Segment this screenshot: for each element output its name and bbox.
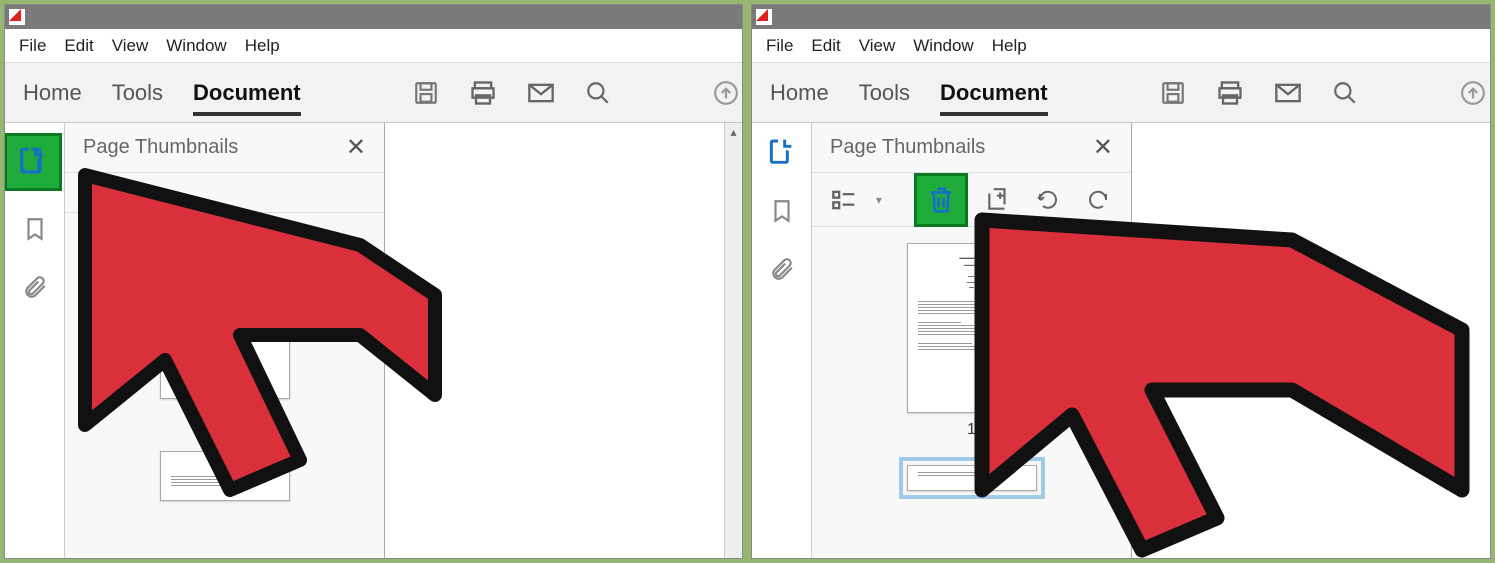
thumbnails-toolbar: ▾ xyxy=(812,173,1131,227)
thumbnails-title: Page Thumbnails xyxy=(830,136,985,159)
thumbnails-toolbar xyxy=(65,173,384,213)
search-icon[interactable] xyxy=(585,75,611,111)
thumbnail-page-2[interactable] xyxy=(907,465,1037,491)
app-icon xyxy=(756,9,772,25)
save-icon[interactable] xyxy=(413,75,439,111)
upload-icon[interactable] xyxy=(1460,75,1486,111)
thumbnail-label-1: 1 xyxy=(967,421,976,439)
thumbnails-title: Page Thumbnails xyxy=(83,136,238,159)
tab-document[interactable]: Document xyxy=(940,80,1048,116)
left-rail xyxy=(5,123,65,558)
upload-icon[interactable] xyxy=(713,75,739,111)
search-icon[interactable] xyxy=(1332,75,1358,111)
menu-edit[interactable]: Edit xyxy=(811,36,840,56)
left-rail xyxy=(752,123,812,558)
document-area: ▴ xyxy=(385,123,742,558)
menu-edit[interactable]: Edit xyxy=(64,36,93,56)
menubar: File Edit View Window Help xyxy=(5,29,742,63)
menu-view[interactable]: View xyxy=(112,36,149,56)
print-icon[interactable] xyxy=(469,75,497,111)
menu-window[interactable]: Window xyxy=(166,36,226,56)
menubar: File Edit View Window Help xyxy=(752,29,1490,63)
bookmark-icon[interactable] xyxy=(15,209,55,249)
print-icon[interactable] xyxy=(1216,75,1244,111)
thumbnails-panel: Page Thumbnails ✕ ━━━━━━━━ ━━━━━ ━━━━━━━… xyxy=(65,123,385,558)
thumbnails-header: Page Thumbnails ✕ xyxy=(65,123,384,173)
tab-tools[interactable]: Tools xyxy=(112,80,163,106)
thumbnail-page-1[interactable]: ━━━━━━━━ ━━━━━ ━━━━━━━━━ xyxy=(907,243,1037,413)
thumbnails-rail-button[interactable] xyxy=(762,133,802,173)
mail-icon[interactable] xyxy=(1274,75,1302,111)
thumbnails-header: Page Thumbnails ✕ xyxy=(812,123,1131,173)
menu-view[interactable]: View xyxy=(859,36,896,56)
menu-window[interactable]: Window xyxy=(913,36,973,56)
attachment-icon[interactable] xyxy=(762,249,802,289)
tab-home[interactable]: Home xyxy=(770,80,829,106)
scroll-up-icon[interactable]: ▴ xyxy=(725,123,742,141)
close-icon[interactable]: ✕ xyxy=(346,133,366,162)
thumbnails-list: ━━━━━━━━ ━━━━━ ━━━━━━━━━ xyxy=(812,227,1131,558)
rotate-cw-icon[interactable] xyxy=(1079,181,1117,219)
close-icon[interactable]: ✕ xyxy=(1093,133,1113,162)
delete-page-button[interactable] xyxy=(914,173,968,227)
window-left: File Edit View Window Help Home Tools Do… xyxy=(4,4,743,559)
thumbnail-page-2[interactable]: ━━━━━ xyxy=(160,451,290,501)
window-right: File Edit View Window Help Home Tools Do… xyxy=(751,4,1491,559)
menu-file[interactable]: File xyxy=(766,36,793,56)
titlebar xyxy=(5,5,742,29)
scrollbar[interactable]: ▴ xyxy=(724,123,742,558)
thumbnails-list: ━━━━━━━━ ━━━━━ ━━━━━━━━━ xyxy=(65,213,384,558)
titlebar xyxy=(752,5,1490,29)
thumbnail-label-1: 1 xyxy=(220,407,229,425)
mail-icon[interactable] xyxy=(527,75,555,111)
tab-tools[interactable]: Tools xyxy=(859,80,910,106)
toolbar: Home Tools Document xyxy=(752,63,1490,123)
app-icon xyxy=(9,9,25,25)
dropdown-icon[interactable]: ▾ xyxy=(876,193,882,207)
document-area xyxy=(1132,123,1490,558)
menu-help[interactable]: Help xyxy=(992,36,1027,56)
save-icon[interactable] xyxy=(1160,75,1186,111)
tab-home[interactable]: Home xyxy=(23,80,82,106)
toolbar: Home Tools Document xyxy=(5,63,742,123)
thumbnails-rail-button[interactable] xyxy=(4,133,62,191)
attachment-icon[interactable] xyxy=(15,267,55,307)
insert-page-icon[interactable] xyxy=(980,181,1018,219)
thumbnail-page-1[interactable]: ━━━━━━━━ ━━━━━ ━━━━━━━━━ xyxy=(160,229,290,399)
options-icon[interactable] xyxy=(826,181,864,219)
menu-file[interactable]: File xyxy=(19,36,46,56)
tab-document[interactable]: Document xyxy=(193,80,301,116)
thumbnails-panel: Page Thumbnails ✕ ▾ xyxy=(812,123,1132,558)
menu-help[interactable]: Help xyxy=(245,36,280,56)
bookmark-icon[interactable] xyxy=(762,191,802,231)
rotate-ccw-icon[interactable] xyxy=(1029,181,1067,219)
